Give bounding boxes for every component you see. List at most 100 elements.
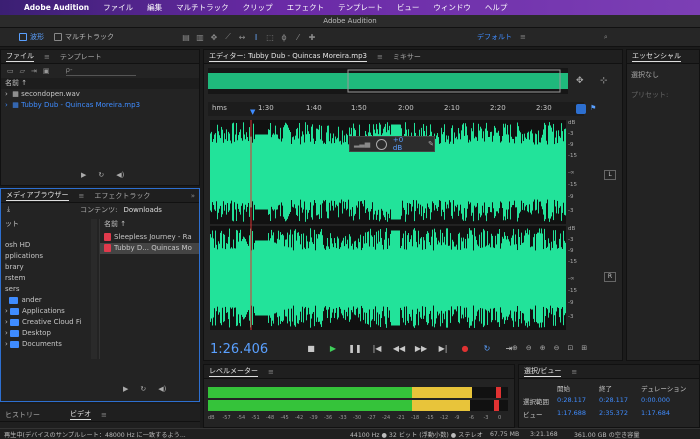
move-tool-icon[interactable]: ✥ [207, 31, 221, 44]
tree-item[interactable]: ット [1, 219, 97, 230]
open-file-icon[interactable]: ▱ [20, 67, 25, 75]
file-row-selected[interactable]: › ▦ Tubby Dub - Quincas Moreira.mp3 [1, 100, 199, 111]
play-icon[interactable]: ▶ [81, 171, 86, 179]
media-file-row[interactable]: Sleepless Journey - Ra [100, 232, 199, 243]
brush-tool-icon[interactable]: ⁄ [291, 31, 305, 44]
menu-view[interactable]: ビュー [397, 2, 420, 13]
pitch-icon[interactable]: ▥ [193, 31, 207, 44]
zoom-out-amplitude-icon[interactable]: ⊖ [526, 344, 532, 352]
panel-menu-icon[interactable]: ≡ [377, 53, 383, 61]
skip-next-icon[interactable]: ▶| [436, 344, 450, 353]
zoom-out-time-icon[interactable]: ⊖ [554, 344, 560, 352]
spectral-icon[interactable]: ▤ [179, 31, 193, 44]
menu-help[interactable]: ヘルプ [485, 2, 508, 13]
panel-menu-icon[interactable]: ≡ [101, 411, 107, 419]
selection-end[interactable]: 0:28.117 [599, 396, 641, 406]
gain-value[interactable]: +0 dB [393, 136, 414, 152]
new-file-icon[interactable]: ▭ [7, 67, 14, 75]
fast-forward-icon[interactable]: ▶▶ [414, 344, 428, 353]
multitrack-mode-button[interactable]: マルチトラック [49, 31, 119, 44]
time-selection-tool-icon[interactable]: I [249, 31, 263, 44]
name-column-header[interactable]: 名前 ↑ [1, 78, 199, 89]
view-start[interactable]: 1:17.688 [557, 409, 599, 419]
menu-clip[interactable]: クリップ [243, 2, 273, 13]
tab-video[interactable]: ビデオ [70, 409, 91, 420]
tree-item[interactable]: sers [1, 284, 97, 295]
channel-right-toggle[interactable]: R [604, 272, 616, 282]
menu-window[interactable]: ウィンドウ [433, 2, 471, 13]
tab-files[interactable]: ファイル [6, 51, 34, 62]
file-row[interactable]: › ▦ secondopen.wav [1, 89, 199, 100]
name-column-header[interactable]: 名前 ↑ [100, 219, 199, 230]
skip-previous-icon[interactable]: |◀ [370, 344, 384, 353]
tree-item[interactable]: pplications [1, 251, 97, 262]
panel-menu-icon[interactable]: ≡ [44, 53, 50, 61]
tab-history[interactable]: ヒストリー [5, 410, 40, 420]
loop-icon[interactable]: ↻ [140, 385, 146, 393]
search-field[interactable]: ρ- [65, 66, 136, 76]
workspace-menu-icon[interactable]: ≡ [520, 33, 526, 41]
slip-tool-icon[interactable]: ↔ [235, 31, 249, 44]
workspace-selector[interactable]: デフォルト [477, 32, 512, 42]
tree-item[interactable]: › Desktop [1, 328, 97, 339]
media-file-row-selected[interactable]: Tubby D... Quincas Mo [100, 243, 199, 254]
tree-item[interactable]: › Documents [1, 339, 97, 350]
zoom-in-time-icon[interactable]: ⊕ [540, 344, 546, 352]
autoplay-icon[interactable]: ◀) [116, 171, 124, 179]
stop-icon[interactable]: ■ [304, 344, 318, 353]
play-icon[interactable]: ▶ [326, 344, 340, 353]
zoom-fit-icon[interactable]: ✥ [576, 76, 584, 86]
overview-waveform[interactable] [208, 68, 568, 94]
snap-icon[interactable] [576, 104, 586, 114]
marker-icon[interactable]: ⚑ [590, 104, 596, 112]
channel-left-toggle[interactable]: L [604, 170, 616, 180]
tree-item[interactable]: osh HD [1, 240, 97, 251]
tab-effects-rack[interactable]: エフェクトラック [94, 191, 150, 201]
level-meter-title[interactable]: レベルメーター [209, 366, 258, 377]
tree-item[interactable]: brary [1, 262, 97, 273]
panel-menu-icon[interactable]: ≡ [571, 368, 577, 376]
menu-multitrack[interactable]: マルチトラック [176, 2, 229, 13]
menu-templates[interactable]: テンプレート [338, 2, 383, 13]
tab-media-browser[interactable]: メディアブラウザー [6, 190, 69, 201]
record-icon[interactable]: ● [458, 344, 472, 353]
pause-icon[interactable]: ❚❚ [348, 344, 362, 353]
essential-sound-title[interactable]: エッセンシャル [632, 51, 681, 62]
import-icon[interactable]: ⇥ [31, 67, 37, 75]
tree-item[interactable]: ander [1, 295, 97, 306]
more-panels-icon[interactable]: » [191, 192, 195, 200]
tree-item[interactable]: › Creative Cloud Fi [1, 317, 97, 328]
marquee-tool-icon[interactable]: ⬚ [263, 31, 277, 44]
view-duration[interactable]: 1:17.684 [641, 409, 691, 419]
tab-mixer[interactable]: ミキサー [393, 52, 421, 62]
gain-knob[interactable] [376, 138, 387, 150]
selection-start[interactable]: 0:28.117 [557, 396, 599, 406]
spot-heal-icon[interactable]: ✚ [305, 31, 319, 44]
timecode-display[interactable]: 1:26.406 [210, 342, 268, 357]
tab-templates[interactable]: テンプレート [60, 52, 102, 62]
selection-view-title[interactable]: 選択/ビュー [524, 366, 562, 377]
menu-effects[interactable]: エフェクト [287, 2, 325, 13]
menu-file[interactable]: ファイル [103, 2, 133, 13]
tab-editor[interactable]: エディター: Tubby Dub - Quincas Moreira.mp3 [209, 51, 367, 62]
view-end[interactable]: 2:35.372 [599, 409, 641, 419]
waveform-mode-button[interactable]: 波形 [14, 31, 49, 44]
rewind-icon[interactable]: ◀◀ [392, 344, 406, 353]
razor-tool-icon[interactable]: ⟋ [221, 31, 235, 44]
zoom-out-full-icon[interactable]: ⊡ [568, 344, 574, 352]
panel-menu-icon[interactable]: ≡ [268, 368, 274, 376]
panel-menu-icon[interactable]: ≡ [79, 192, 85, 200]
loop-icon[interactable]: ↻ [480, 344, 494, 353]
tree-item[interactable]: rstem [1, 273, 97, 284]
tree-scrollbar[interactable] [91, 219, 97, 359]
zoom-time-icon[interactable]: ⊹ [600, 76, 608, 86]
contents-dropdown[interactable]: Downloads [123, 206, 161, 214]
tree-item[interactable]: › Applications [1, 306, 97, 317]
insert-icon[interactable]: ▣ [43, 67, 50, 75]
download-icon[interactable]: ⤓ [7, 205, 10, 214]
time-ruler[interactable]: hms 1:30 1:40 1:50 2:00 2:10 2:20 2:30 ▼ [208, 102, 584, 116]
zoom-selection-icon[interactable]: ⊞ [581, 344, 587, 352]
playhead-marker-icon[interactable]: ▼ [250, 108, 255, 116]
zoom-in-amplitude-icon[interactable]: ⊕ [512, 344, 518, 352]
expand-icon[interactable]: › [5, 101, 8, 109]
